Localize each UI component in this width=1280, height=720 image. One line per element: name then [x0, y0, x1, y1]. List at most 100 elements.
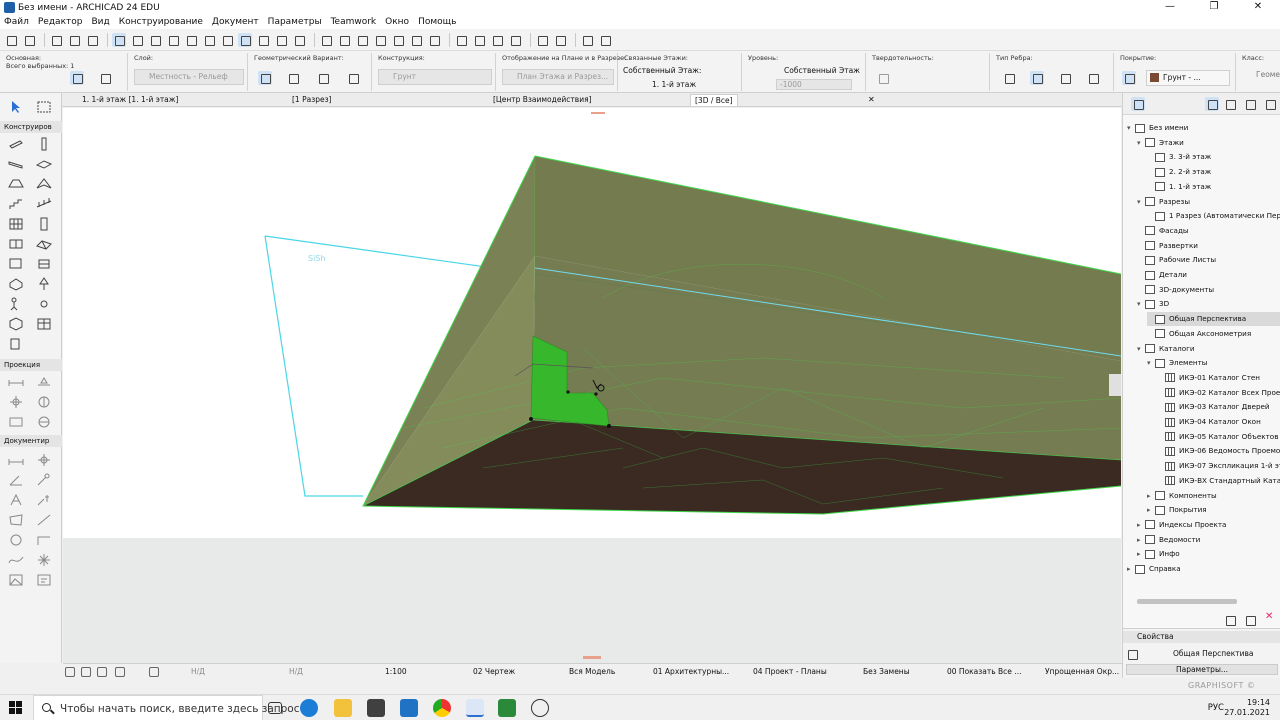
- maximize-button[interactable]: ❐: [1192, 0, 1236, 15]
- spline-tool-icon[interactable]: [8, 553, 24, 567]
- skylight-tool-icon[interactable]: [8, 257, 24, 271]
- teamwork-send-icon[interactable]: [580, 33, 594, 47]
- pen-set-value[interactable]: 02 Чертеж: [473, 667, 515, 676]
- object-tool-icon[interactable]: [36, 257, 52, 271]
- navigator-item[interactable]: ▸ Инфо: [1137, 547, 1280, 561]
- camera-tool-icon[interactable]: [8, 395, 24, 409]
- tab-floor-plan[interactable]: 1. 1-й этаж [1. 1-й этаж]: [82, 94, 178, 106]
- windows-start-icon[interactable]: [9, 701, 23, 715]
- expand-caret-icon[interactable]: ▾: [1137, 342, 1145, 356]
- navigator-item[interactable]: ▸ Компоненты: [1147, 489, 1280, 503]
- book-tool-icon[interactable]: [8, 337, 24, 351]
- offset-icon[interactable]: [409, 33, 423, 47]
- close-button[interactable]: ✕: [1236, 0, 1280, 15]
- navigator-item[interactable]: ▾ Этажи: [1137, 136, 1280, 150]
- renovation-value[interactable]: Без Замены: [863, 667, 910, 676]
- tab-close-icon[interactable]: ✕: [868, 94, 875, 106]
- toolbox-section-viewpoint[interactable]: Проекция: [0, 359, 62, 371]
- toolbox-section-design[interactable]: Конструиров: [0, 121, 62, 133]
- language-indicator[interactable]: РУС: [1208, 703, 1224, 713]
- pan-icon[interactable]: [115, 667, 125, 677]
- ridge-smooth-icon[interactable]: [1030, 71, 1044, 85]
- layout-book-icon[interactable]: [1223, 97, 1237, 111]
- navigator-item[interactable]: ИКЭ-05 Каталог Объектов: [1157, 430, 1280, 444]
- level-input[interactable]: -1000: [776, 79, 852, 90]
- section-tool-icon[interactable]: [8, 415, 24, 429]
- navigator-item[interactable]: ИКЭ-07 Экспликация 1-й этаж: [1157, 459, 1280, 473]
- coordinate-tool-icon[interactable]: [36, 453, 52, 467]
- hotspot-tool-icon[interactable]: [36, 553, 52, 567]
- 3d-style-icon[interactable]: [553, 33, 567, 47]
- level-reference[interactable]: Собственный Этаж: [784, 66, 860, 75]
- expand-caret-icon[interactable]: ▸: [1137, 533, 1145, 547]
- expand-caret-icon[interactable]: ▸: [1147, 489, 1155, 503]
- partial-structure-value[interactable]: Упрощенная Окр...: [1045, 667, 1119, 676]
- dimension-value[interactable]: 04 Проект - Планы: [753, 667, 827, 676]
- navigator-item[interactable]: ▸ Ведомости: [1137, 533, 1280, 547]
- solidity-icon[interactable]: [876, 71, 890, 85]
- model-view-value[interactable]: Вся Модель: [569, 667, 615, 676]
- project-map-icon[interactable]: [1131, 97, 1145, 111]
- expand-caret-icon[interactable]: ▸: [1127, 562, 1135, 576]
- syringe-icon[interactable]: [85, 33, 99, 47]
- surface-select[interactable]: Грунт - ...: [1146, 70, 1230, 86]
- navigator-item[interactable]: 3. 3-й этаж: [1147, 150, 1280, 164]
- text-tool-icon[interactable]: [8, 493, 24, 507]
- morph-tool-icon[interactable]: [8, 277, 24, 291]
- navigator-item[interactable]: Детали: [1137, 268, 1280, 282]
- undo-icon[interactable]: [4, 33, 18, 47]
- gravity-icon[interactable]: [184, 33, 198, 47]
- menu-document[interactable]: Документ: [212, 17, 259, 27]
- guide-lines-icon[interactable]: [112, 32, 126, 47]
- expand-caret-icon[interactable]: ▸: [1137, 518, 1145, 532]
- navigator-item[interactable]: ▾ Разрезы: [1137, 195, 1280, 209]
- grid-tool-icon[interactable]: [36, 395, 52, 409]
- 3d-viewport[interactable]: SiSh: [63, 108, 1121, 663]
- navigator-item[interactable]: ИКЭ-03 Каталог Дверей: [1157, 400, 1280, 414]
- polyline-tool-icon[interactable]: [36, 533, 52, 547]
- organizer-icon[interactable]: [1263, 97, 1277, 111]
- column-tool-icon[interactable]: [36, 137, 52, 151]
- navigator-item[interactable]: ▾ 3D: [1137, 297, 1280, 311]
- ridge-hidden-icon[interactable]: [1086, 71, 1100, 85]
- marquee-tool-icon[interactable]: [36, 100, 52, 114]
- navigator-item[interactable]: 3D-документы: [1137, 283, 1280, 297]
- eyedropper-icon[interactable]: [67, 33, 81, 47]
- menu-teamwork[interactable]: Teamwork: [331, 17, 377, 27]
- scale-value[interactable]: 1:100: [385, 667, 407, 676]
- shell-tool-icon[interactable]: [36, 177, 52, 191]
- geometry-option-1-icon[interactable]: [258, 71, 272, 85]
- orientation-value[interactable]: Н/Д: [289, 667, 303, 676]
- window-tool-icon[interactable]: [8, 237, 24, 251]
- geometry-option-4-icon[interactable]: [346, 71, 360, 85]
- intersect-icon[interactable]: [373, 33, 387, 47]
- zone-tool-icon[interactable]: [8, 317, 24, 331]
- task-view-icon[interactable]: [268, 702, 282, 714]
- fit-window-icon[interactable]: [149, 667, 159, 677]
- drawing-tool-icon[interactable]: [36, 573, 52, 587]
- menu-file[interactable]: Файл: [4, 17, 29, 27]
- redo-icon[interactable]: [22, 33, 36, 47]
- 3d-explore-icon[interactable]: [292, 33, 306, 47]
- stair-tool-icon[interactable]: [8, 197, 24, 211]
- rotate-angle-value[interactable]: Н/Д: [191, 667, 205, 676]
- expand-caret-icon[interactable]: ▸: [1147, 503, 1155, 517]
- tab-3d[interactable]: [3D / Все]: [690, 94, 738, 106]
- parameters-button[interactable]: Параметры...: [1126, 664, 1278, 675]
- structure-select[interactable]: Грунт: [378, 69, 492, 85]
- edge-browser-icon[interactable]: [300, 699, 318, 717]
- publisher-sets-icon[interactable]: [1243, 97, 1257, 111]
- file-explorer-icon[interactable]: [334, 699, 352, 717]
- door-tool-icon[interactable]: [36, 217, 52, 231]
- system-clock[interactable]: 19:14 27.01.2021: [1224, 698, 1270, 718]
- marquee-icon[interactable]: [256, 33, 270, 47]
- view-map-icon[interactable]: [1205, 97, 1219, 111]
- align-icon[interactable]: [472, 33, 486, 47]
- lock-icon[interactable]: [220, 33, 234, 47]
- navigator-item[interactable]: ИКЭ-01 Каталог Стен: [1157, 371, 1280, 385]
- navigator-item[interactable]: Общая Перспектива: [1147, 312, 1280, 327]
- geometry-option-3-icon[interactable]: [316, 71, 330, 85]
- properties-header[interactable]: Свойства: [1123, 631, 1280, 643]
- grid-snap-icon[interactable]: [166, 33, 180, 47]
- toolbox-section-document[interactable]: Документир: [0, 435, 62, 447]
